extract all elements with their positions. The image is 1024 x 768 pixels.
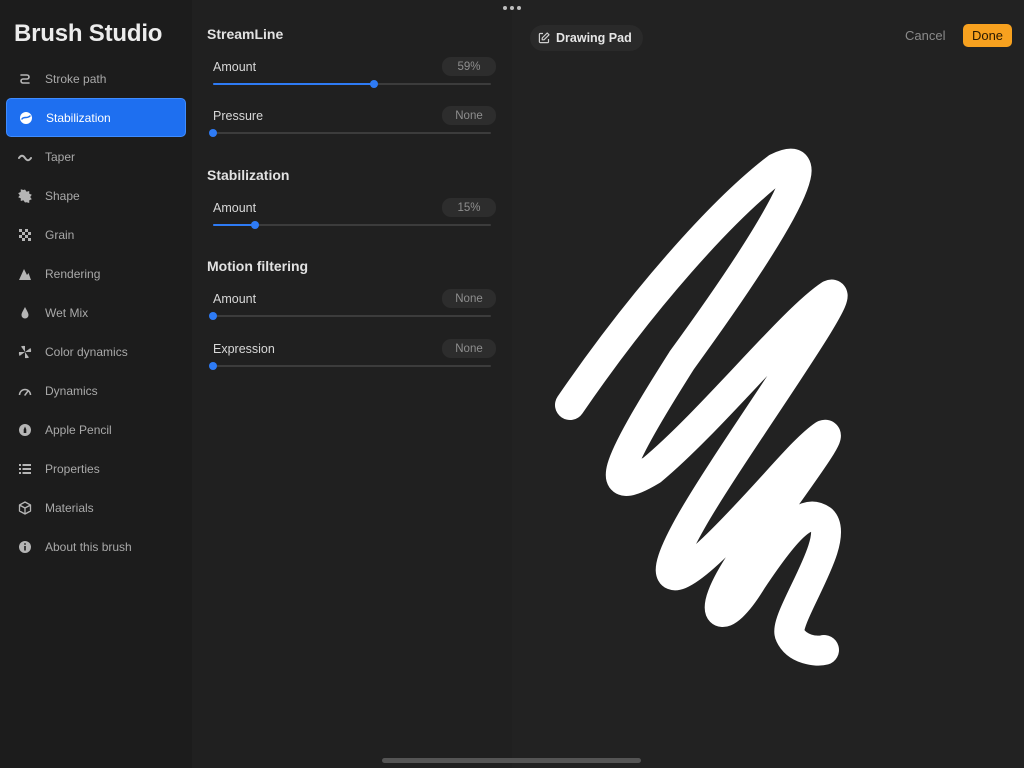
sidebar-item-stroke-path[interactable]: Stroke path bbox=[6, 59, 186, 98]
brush-stroke-preview bbox=[555, 148, 848, 666]
sidebar-item-label: Wet Mix bbox=[45, 305, 89, 320]
sidebar-item-apple-pencil[interactable]: Apple Pencil bbox=[6, 410, 186, 449]
sidebar-item-color-dynamics[interactable]: Color dynamics bbox=[6, 332, 186, 371]
sidebar-item-label: Rendering bbox=[45, 266, 101, 281]
sidebar-item-properties[interactable]: Properties bbox=[6, 449, 186, 488]
sidebar-item-rendering[interactable]: Rendering bbox=[6, 254, 186, 293]
setting-label: Amount bbox=[213, 201, 257, 215]
value-badge[interactable]: 59% bbox=[442, 57, 496, 76]
slider-thumb[interactable] bbox=[209, 129, 217, 137]
slider-thumb[interactable] bbox=[209, 312, 217, 320]
slider-thumb[interactable] bbox=[370, 80, 379, 88]
app-title: Brush Studio bbox=[14, 20, 163, 47]
slider-thumb[interactable] bbox=[250, 221, 259, 229]
properties-icon bbox=[17, 461, 33, 477]
taper-icon bbox=[17, 149, 33, 165]
slider-thumb[interactable] bbox=[209, 362, 217, 370]
more-options-icon[interactable] bbox=[503, 3, 521, 13]
motion-filtering-amount-setting: Amount None bbox=[209, 289, 496, 329]
value-badge[interactable]: None bbox=[442, 339, 496, 358]
apple-pencil-icon bbox=[17, 422, 33, 438]
settings-panel: StreamLine Amount 59% Pressure None Stab… bbox=[192, 0, 512, 768]
sidebar-item-grain[interactable]: Grain bbox=[6, 215, 186, 254]
sidebar-item-label: Materials bbox=[45, 500, 94, 515]
section-title-stabilization: Stabilization bbox=[207, 167, 290, 183]
sidebar-item-label: Taper bbox=[45, 149, 76, 164]
slider-fill bbox=[213, 83, 375, 85]
value-badge[interactable]: None bbox=[442, 289, 496, 308]
sidebar-item-label: Color dynamics bbox=[45, 344, 128, 359]
sidebar-nav: Stroke path Stabilization Taper Shape Gr… bbox=[6, 59, 186, 566]
sidebar-item-taper[interactable]: Taper bbox=[6, 137, 186, 176]
drawing-pad-canvas[interactable]: Drawing Pad Cancel Done bbox=[512, 0, 1024, 768]
stroke-path-icon bbox=[17, 71, 33, 87]
value-badge[interactable]: None bbox=[442, 106, 496, 125]
info-icon bbox=[17, 539, 33, 555]
sidebar-item-label: Stabilization bbox=[46, 110, 111, 125]
setting-label: Amount bbox=[213, 292, 257, 306]
sidebar-item-label: Grain bbox=[45, 227, 75, 242]
color-dynamics-icon bbox=[17, 344, 33, 360]
materials-icon bbox=[17, 500, 33, 516]
value-badge[interactable]: 15% bbox=[442, 198, 496, 217]
sidebar-item-label: Properties bbox=[45, 461, 100, 476]
streamline-amount-slider[interactable] bbox=[213, 80, 491, 88]
sidebar-item-dynamics[interactable]: Dynamics bbox=[6, 371, 186, 410]
sidebar-item-materials[interactable]: Materials bbox=[6, 488, 186, 527]
sidebar-item-label: About this brush bbox=[45, 539, 132, 554]
dynamics-icon bbox=[17, 383, 33, 399]
stabilization-amount-setting: Amount 15% bbox=[213, 198, 496, 238]
streamline-pressure-setting: Pressure None bbox=[209, 106, 496, 146]
stabilization-amount-slider[interactable] bbox=[213, 221, 491, 229]
sidebar-item-label: Dynamics bbox=[45, 383, 98, 398]
sidebar: Brush Studio Stroke path Stabilization T… bbox=[0, 0, 192, 768]
slider-fill bbox=[213, 224, 255, 226]
sidebar-item-shape[interactable]: Shape bbox=[6, 176, 186, 215]
setting-label: Expression bbox=[213, 342, 275, 356]
rendering-icon bbox=[17, 266, 33, 282]
streamline-pressure-slider[interactable] bbox=[209, 129, 491, 137]
grain-icon bbox=[17, 227, 33, 243]
sidebar-item-label: Apple Pencil bbox=[45, 422, 112, 437]
setting-label: Pressure bbox=[213, 109, 264, 123]
sidebar-item-about[interactable]: About this brush bbox=[6, 527, 186, 566]
motion-filtering-expression-slider[interactable] bbox=[209, 362, 491, 370]
sidebar-item-wet-mix[interactable]: Wet Mix bbox=[6, 293, 186, 332]
motion-filtering-amount-slider[interactable] bbox=[209, 312, 491, 320]
motion-filtering-expression-setting: Expression None bbox=[209, 339, 496, 379]
sidebar-item-stabilization[interactable]: Stabilization bbox=[6, 98, 186, 137]
streamline-amount-setting: Amount 59% bbox=[213, 57, 496, 97]
section-title-streamline: StreamLine bbox=[207, 26, 284, 42]
stabilization-icon bbox=[18, 110, 34, 126]
sidebar-item-label: Stroke path bbox=[45, 71, 107, 86]
setting-label: Amount bbox=[213, 60, 257, 74]
home-indicator[interactable] bbox=[382, 758, 641, 763]
section-title-motion-filtering: Motion filtering bbox=[207, 258, 309, 274]
shape-icon bbox=[17, 188, 33, 204]
wet-mix-icon bbox=[17, 305, 33, 321]
sidebar-item-label: Shape bbox=[45, 188, 80, 203]
